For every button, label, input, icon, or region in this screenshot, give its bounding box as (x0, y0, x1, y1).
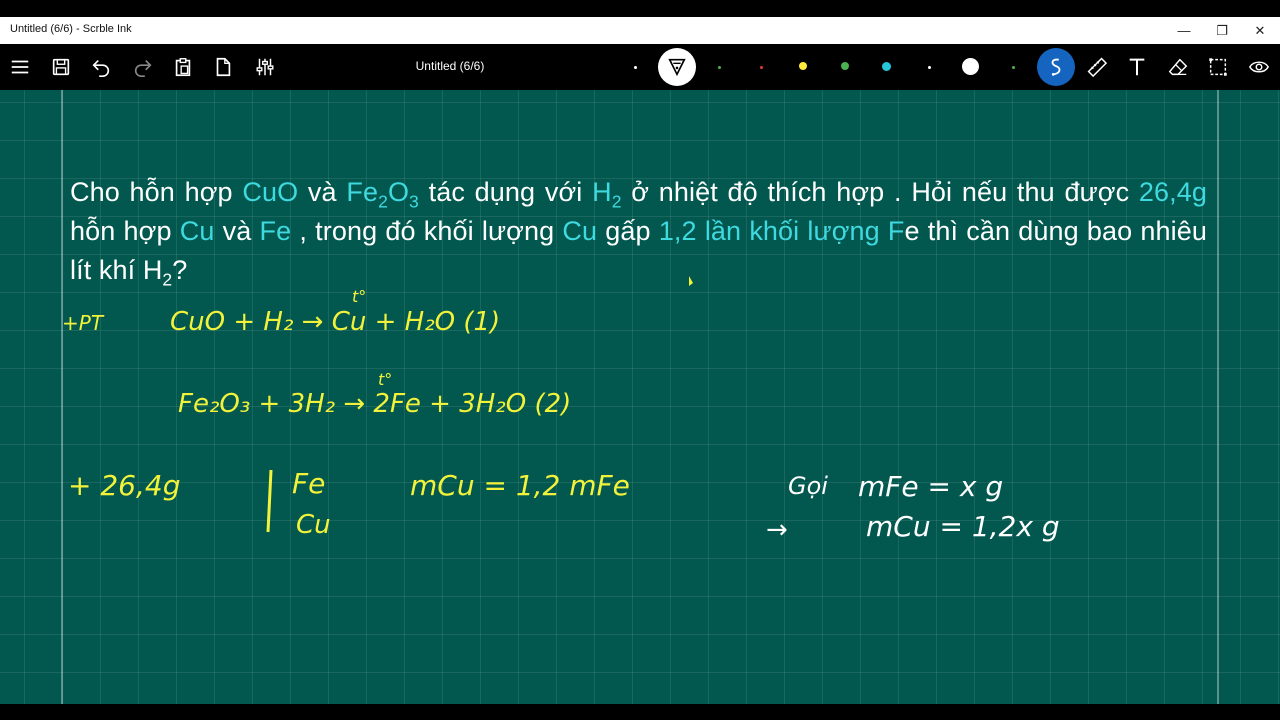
pen-color-cyan[interactable] (882, 62, 891, 71)
pen-color-yellow[interactable] (799, 62, 807, 70)
screen-bottom-strip (0, 704, 1280, 720)
restore-button[interactable]: ❐ (1202, 19, 1242, 42)
pen-color-green-tiny[interactable] (1012, 66, 1015, 69)
pen-width-small[interactable] (928, 66, 931, 69)
mixture-bracket-line (266, 469, 273, 533)
eraser-icon[interactable] (1163, 52, 1193, 82)
settings-sliders-icon[interactable] (250, 52, 280, 82)
pen-width-large[interactable] (962, 58, 979, 75)
mixture-mass: + 26,4g (68, 469, 180, 502)
redo-icon[interactable] (128, 52, 158, 82)
screen-top-strip (0, 0, 1280, 17)
mixture-fe: Fe (292, 467, 325, 500)
equation-1: CuO + H₂ → Cu + H₂O (1) (170, 307, 500, 337)
lasso-button[interactable] (1037, 48, 1075, 86)
pen-nib-icon (668, 58, 686, 77)
lasso-icon (1051, 58, 1061, 76)
equation-2: Fe₂O₃ + 3H₂ → 2Fe + 3H₂O (2) (178, 389, 571, 419)
save-icon[interactable] (46, 52, 76, 82)
window-title-bar: Untitled (6/6) - Scrble Ink — ❐ ✕ (0, 17, 1280, 44)
toolbar: Untitled (6/6) (0, 44, 1280, 90)
handwriting-layer: +PT CuO + H₂ → Cu + H₂O (1) t° Fe₂O₃ + 3… (62, 276, 1060, 545)
cursor-pointer-icon (689, 276, 693, 286)
paste-icon[interactable] (168, 52, 198, 82)
close-button[interactable]: ✕ (1240, 19, 1280, 42)
pen-tool-button[interactable] (658, 48, 696, 86)
equation-2-condition: t° (378, 370, 392, 389)
pen-color-green-small[interactable] (718, 66, 721, 69)
pen-color-green[interactable] (841, 62, 849, 70)
implies-arrow: → (766, 515, 788, 545)
ruler-icon[interactable] (1082, 52, 1112, 82)
new-page-icon[interactable] (208, 52, 238, 82)
document-title: Untitled (6/6) (415, 59, 485, 73)
drawing-canvas[interactable]: Cho hỗn hợp CuO và Fe2O3 tác dụng với H2… (0, 90, 1280, 704)
window-title: Untitled (6/6) - Scrble Ink (10, 23, 132, 35)
mcu-definition: mCu = 1,2x g (866, 510, 1060, 543)
pt-label: +PT (62, 311, 105, 335)
select-icon[interactable] (1203, 52, 1233, 82)
view-icon[interactable] (1244, 52, 1274, 82)
undo-icon[interactable] (86, 52, 116, 82)
let-label: Gọi (788, 472, 828, 500)
mfe-definition: mFe = x g (858, 470, 1003, 503)
mass-relation: mCu = 1,2 mFe (410, 469, 630, 502)
equation-1-condition: t° (352, 287, 366, 306)
pen-color-red-small[interactable] (760, 66, 763, 69)
menu-icon[interactable] (5, 52, 35, 82)
text-icon[interactable] (1122, 52, 1152, 82)
pen-color-white-small[interactable] (634, 66, 637, 69)
minimize-button[interactable]: — (1164, 19, 1204, 42)
mixture-cu: Cu (296, 510, 331, 540)
